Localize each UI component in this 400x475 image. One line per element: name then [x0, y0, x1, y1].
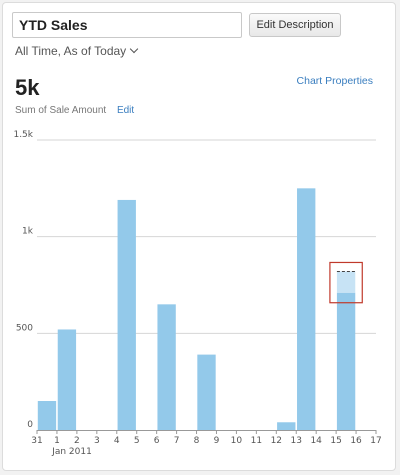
x-tick-label: 15	[330, 436, 341, 446]
bar	[37, 401, 57, 430]
bar	[336, 292, 356, 430]
x-tick-label: 1	[54, 436, 60, 446]
y-tick-label: 0	[27, 420, 33, 430]
bar	[117, 199, 136, 430]
x-tick-label: 6	[154, 436, 160, 446]
x-axis-sublabel: Jan 2011	[51, 447, 92, 457]
x-tick-label: 17	[370, 436, 381, 446]
bar	[297, 188, 316, 430]
x-tick-label: 16	[350, 436, 362, 446]
bar	[197, 354, 216, 430]
x-tick-label: 12	[271, 436, 282, 446]
bar-chart: 05001k1.5k31 1 2 3 4 5 6 7 8 9 10 11 12 13 14 15 16 17Jan…	[13, 130, 381, 457]
bar	[157, 304, 176, 430]
x-tick-label: 3	[94, 436, 100, 446]
x-tick-label: 2	[74, 436, 80, 446]
x-tick-label: 7	[174, 436, 180, 446]
projected-segment	[336, 271, 356, 293]
y-tick-label: 500	[16, 323, 33, 333]
x-tick-label: 14	[310, 436, 322, 446]
y-tick-label: 1.5k	[13, 130, 33, 140]
x-tick-label: 9	[214, 436, 220, 446]
x-tick-label: 5	[134, 436, 140, 446]
x-tick-label: 8	[194, 436, 200, 446]
x-tick-label: 13	[291, 436, 302, 446]
bar	[277, 422, 296, 430]
x-tick-label: 11	[251, 436, 262, 446]
bar	[57, 329, 77, 430]
x-tick-label: 10	[231, 436, 243, 446]
x-tick-label: 4	[114, 436, 120, 446]
y-tick-label: 1k	[22, 227, 34, 237]
x-tick-label: 31	[31, 436, 42, 446]
